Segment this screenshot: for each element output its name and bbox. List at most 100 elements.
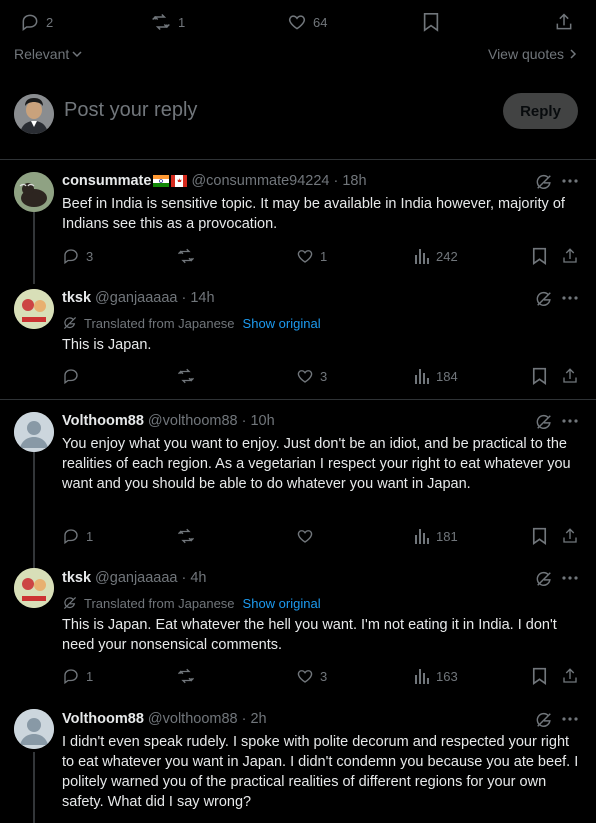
views-action[interactable]: 184 <box>414 367 458 385</box>
repost-action[interactable] <box>176 527 202 545</box>
view-quotes-label: View quotes <box>487 46 564 62</box>
show-original-link[interactable]: Show original <box>243 596 321 611</box>
bookmark-icon <box>532 247 547 265</box>
analytics-icon <box>414 527 430 545</box>
translation-notice: Translated from Japanese Show original <box>62 595 321 611</box>
grok-icon[interactable] <box>535 711 553 729</box>
heart-icon <box>287 12 307 32</box>
heart-icon <box>296 367 314 385</box>
post-text: I didn't even speak rudely. I spoke with… <box>62 734 579 810</box>
like-action[interactable]: 3 <box>296 667 327 685</box>
bookmark-button[interactable] <box>532 247 547 265</box>
more-options-icon[interactable] <box>561 172 579 190</box>
view-quotes-link[interactable]: View quotes <box>488 46 578 62</box>
views-action[interactable]: 181 <box>414 527 458 545</box>
reply-action[interactable]: 1 <box>62 527 93 545</box>
handle: @ganjaaaaa <box>95 290 178 306</box>
bookmark-button[interactable] <box>532 667 547 685</box>
like-action[interactable]: 3 <box>296 367 327 385</box>
reply-icon <box>62 247 80 265</box>
share-button[interactable] <box>561 367 579 385</box>
grok-icon[interactable] <box>535 570 553 588</box>
chevron-right-icon <box>568 48 578 60</box>
avatar[interactable] <box>14 709 54 749</box>
like-count: 64 <box>313 14 328 30</box>
thread-line <box>33 212 35 284</box>
handle: @consummate94224 <box>191 173 330 189</box>
like-action[interactable] <box>296 527 320 545</box>
grok-icon[interactable] <box>535 173 553 191</box>
grok-icon[interactable] <box>535 413 553 431</box>
show-original-link[interactable]: Show original <box>243 316 321 331</box>
more-options-icon[interactable] <box>561 412 579 430</box>
repost-action[interactable] <box>176 367 202 385</box>
bookmark-button[interactable] <box>532 527 547 545</box>
reply-action[interactable] <box>62 367 86 385</box>
reply-input[interactable]: Post your reply <box>64 99 197 122</box>
reply-icon <box>62 367 80 385</box>
bookmark-button[interactable] <box>532 367 547 385</box>
timestamp[interactable]: 14h <box>190 290 214 306</box>
analytics-icon <box>414 367 430 385</box>
timestamp[interactable]: 2h <box>250 711 266 727</box>
display-name[interactable]: Volthoom88 <box>62 413 144 429</box>
like-count: 3 <box>320 368 328 384</box>
timestamp[interactable]: 10h <box>250 413 274 429</box>
translate-icon <box>62 595 78 611</box>
display-name[interactable]: Volthoom88 <box>62 711 144 727</box>
share-icon <box>561 247 579 265</box>
post-header: Volthoom88 @volthoom88 · 2h <box>62 711 267 727</box>
canada-flag-icon <box>171 175 188 187</box>
views-action[interactable]: 163 <box>414 667 458 685</box>
reply-action[interactable]: 1 <box>62 667 93 685</box>
repost-action[interactable] <box>176 247 202 265</box>
more-options-icon[interactable] <box>561 710 579 728</box>
display-name[interactable]: consummate <box>62 173 151 189</box>
repost-icon <box>176 667 196 685</box>
repost-icon <box>150 12 172 32</box>
bookmark-button[interactable] <box>422 12 440 32</box>
avatar[interactable] <box>14 412 54 452</box>
reply-post[interactable]: tksk @ganjaaaaa · 14h Translated from Ja… <box>0 283 596 399</box>
sort-dropdown[interactable]: Relevant <box>14 46 83 62</box>
reply-button[interactable]: Reply <box>503 93 578 129</box>
reply-post[interactable]: tksk @ganjaaaaa · 4h Translated from Jap… <box>0 560 596 700</box>
avatar <box>14 94 54 134</box>
timestamp[interactable]: 4h <box>190 570 206 586</box>
like-stat[interactable]: 64 <box>287 12 327 32</box>
reply-post[interactable]: consummate @consummate94224 · 18h Beef i… <box>0 160 596 284</box>
repost-stat[interactable]: 1 <box>150 12 185 32</box>
separator: · <box>333 173 339 189</box>
more-options-icon[interactable] <box>561 289 579 307</box>
reply-action[interactable]: 3 <box>62 247 93 265</box>
share-button[interactable] <box>554 12 574 32</box>
more-options-icon[interactable] <box>561 569 579 587</box>
reply-post[interactable]: Volthoom88 @volthoom88 · 2h I didn't eve… <box>0 700 596 823</box>
reply-post[interactable]: Volthoom88 @volthoom88 · 10h You enjoy w… <box>0 400 596 568</box>
views-action[interactable]: 242 <box>414 247 458 265</box>
post-text: This is Japan. Eat whatever the hell you… <box>62 617 557 653</box>
bookmark-icon <box>532 367 547 385</box>
display-name[interactable]: tksk <box>62 570 91 586</box>
like-count: 1 <box>320 248 328 264</box>
post-text: Beef in India is sensitive topic. It may… <box>62 196 565 232</box>
avatar[interactable] <box>14 568 54 608</box>
reply-icon <box>62 527 80 545</box>
handle: @volthoom88 <box>147 413 238 429</box>
bookmark-icon <box>532 527 547 545</box>
avatar[interactable] <box>14 289 54 329</box>
thread-line <box>33 452 35 568</box>
repost-action[interactable] <box>176 667 202 685</box>
timestamp[interactable]: 18h <box>342 173 366 189</box>
grok-icon[interactable] <box>535 290 553 308</box>
share-button[interactable] <box>561 527 579 545</box>
like-action[interactable]: 1 <box>296 247 327 265</box>
reply-stat[interactable]: 2 <box>20 12 53 32</box>
avatar[interactable] <box>14 172 54 212</box>
share-button[interactable] <box>561 667 579 685</box>
reply-count: 1 <box>86 528 94 544</box>
translate-icon <box>62 315 78 331</box>
separator: · <box>181 570 187 586</box>
share-button[interactable] <box>561 247 579 265</box>
display-name[interactable]: tksk <box>62 290 91 306</box>
